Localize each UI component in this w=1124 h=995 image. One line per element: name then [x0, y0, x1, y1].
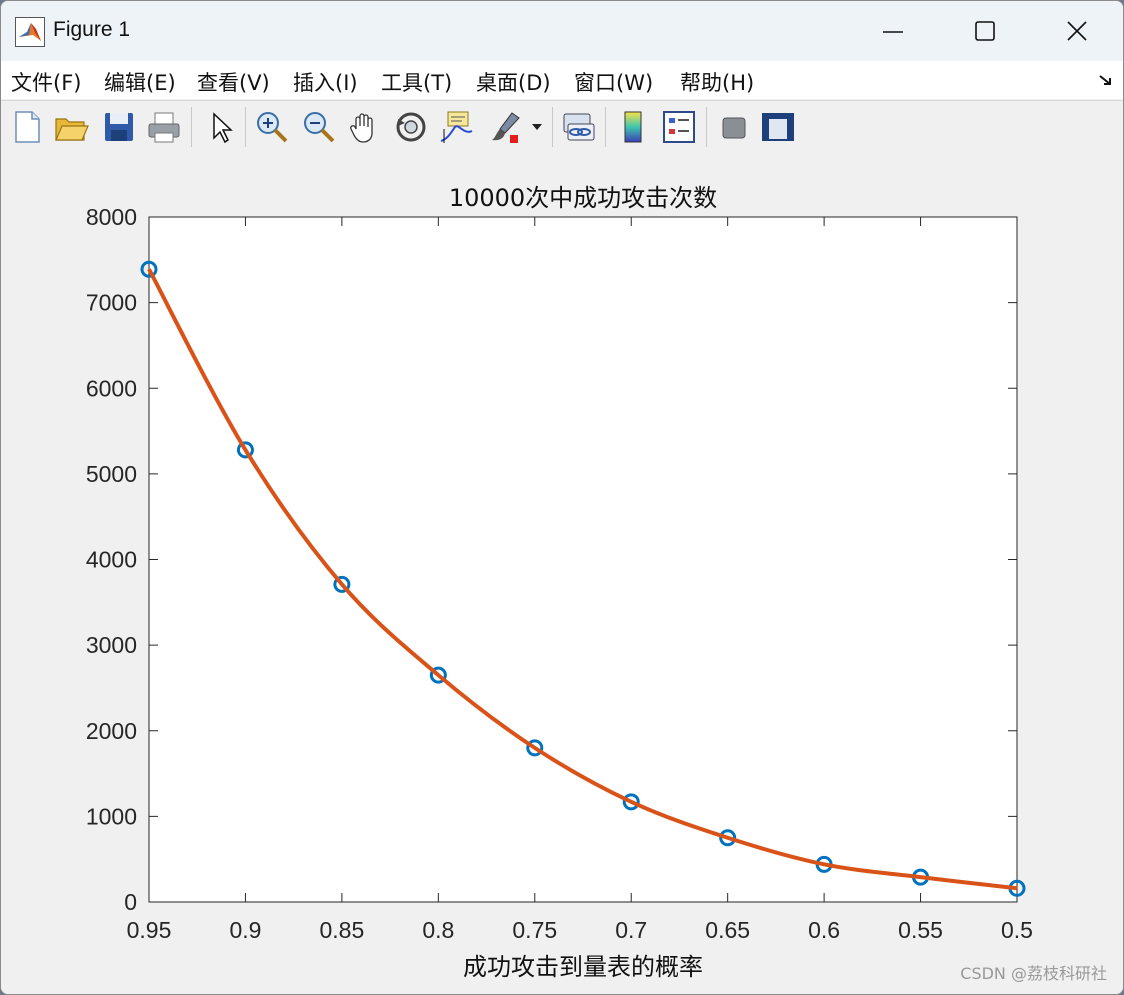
x-tick-label: 0.7: [615, 917, 647, 943]
maximize-icon: [975, 21, 995, 41]
open-file-icon: [55, 118, 89, 141]
plot-area[interactable]: 0 1000 2000 3000 4000 5000 6000 7000 8000 0.95 0.…: [1, 153, 1123, 994]
toolbar-separator: [245, 107, 246, 147]
hide-plot-tools-icon: [722, 117, 746, 139]
matlab-logo-icon: [15, 17, 45, 47]
axes-box: [148, 216, 1018, 903]
toolbar-separator: [605, 107, 606, 147]
y-tick-label: 5000: [86, 461, 137, 487]
toolbar-separator: [191, 107, 192, 147]
chart-title: 10000次中成功攻击次数: [449, 184, 717, 212]
menu-item-2[interactable]: 查看(V): [197, 67, 270, 97]
chevron-down-icon: [532, 124, 542, 130]
x-tick-label: 0.5: [1001, 917, 1033, 943]
print-icon: [148, 112, 180, 143]
rotate-3d-icon: [396, 112, 426, 142]
new-figure-button[interactable]: [9, 109, 45, 145]
menu-item-1[interactable]: 编辑(E): [104, 67, 176, 97]
watermark: CSDN @荔枝科研社: [960, 964, 1107, 983]
legend-button[interactable]: [661, 109, 697, 145]
pan-hand-icon: [350, 113, 373, 143]
menu-item-6[interactable]: 窗口(W): [574, 67, 653, 97]
y-tick-label: 8000: [86, 204, 137, 230]
menu-item-4[interactable]: 工具(T): [381, 67, 452, 97]
zoom-out-button[interactable]: [301, 109, 337, 145]
brush-icon: [492, 112, 520, 143]
new-figure-icon: [15, 111, 40, 143]
maximize-button[interactable]: [939, 1, 1031, 61]
x-tick-label: 0.9: [229, 917, 261, 943]
show-plot-tools-button[interactable]: [760, 109, 796, 145]
minimize-icon: [883, 31, 903, 33]
title-bar[interactable]: Figure 1: [1, 1, 1123, 61]
x-tick-label: 0.6: [808, 917, 840, 943]
y-tick-label: 6000: [86, 375, 137, 401]
zoom-in-icon: [257, 112, 288, 143]
zoom-in-button[interactable]: [254, 109, 290, 145]
y-tick-label: 2000: [86, 718, 137, 744]
close-button[interactable]: [1031, 1, 1123, 61]
x-tick-label: 0.65: [705, 917, 750, 943]
edit-plot-arrow-icon: [213, 112, 233, 144]
x-axis-label: 成功攻击到量表的概率: [463, 953, 703, 981]
print-button[interactable]: [146, 109, 182, 145]
toolbar-separator: [552, 107, 553, 147]
dock-arrow-icon[interactable]: [1097, 71, 1115, 89]
rotate-3d-button[interactable]: [393, 109, 429, 145]
pan-button[interactable]: [347, 109, 383, 145]
x-tick-label: 0.55: [898, 917, 943, 943]
zoom-out-icon: [304, 112, 335, 143]
minimize-button[interactable]: [847, 1, 939, 61]
y-tick-label: 1000: [86, 803, 137, 829]
menu-bar: 文件(F) 编辑(E) 查看(V) 插入(I) 工具(T) 桌面(D) 窗口(W) 帮助(H): [1, 61, 1123, 99]
y-tick-label: 3000: [86, 632, 137, 658]
menu-item-0[interactable]: 文件(F): [11, 67, 81, 97]
save-button[interactable]: [101, 109, 137, 145]
link-plot-icon: [563, 113, 595, 141]
y-tick-label: 4000: [86, 547, 137, 573]
menu-item-7[interactable]: 帮助(H): [680, 67, 754, 97]
brush-dropdown-button[interactable]: [529, 109, 545, 145]
show-plot-tools-icon: [762, 113, 794, 141]
data-cursor-icon: [440, 111, 473, 143]
save-icon: [105, 113, 133, 141]
x-tick-label: 0.95: [127, 917, 172, 943]
menu-item-5[interactable]: 桌面(D): [476, 67, 551, 97]
link-plot-button[interactable]: [560, 109, 596, 145]
legend-icon: [663, 111, 695, 143]
y-tick-label: 0: [124, 889, 137, 915]
window-title: Figure 1: [53, 18, 131, 41]
toolbar-separator: [706, 107, 707, 147]
figure-window: Figure 1 文件(F) 编辑(E) 查看(V) 插入(I) 工具(T) 桌面(D) 窗…: [0, 0, 1124, 995]
edit-plot-button[interactable]: [203, 109, 239, 145]
figure-toolbar: [1, 100, 1123, 154]
x-tick-label: 0.75: [512, 917, 557, 943]
data-cursor-button[interactable]: [438, 109, 474, 145]
close-icon: [1067, 21, 1087, 41]
y-tick-label: 7000: [86, 290, 137, 316]
open-file-button[interactable]: [53, 109, 89, 145]
hide-plot-tools-button[interactable]: [716, 109, 752, 145]
menu-item-3[interactable]: 插入(I): [293, 67, 358, 97]
x-tick-label: 0.8: [422, 917, 454, 943]
colorbar-button[interactable]: [615, 109, 651, 145]
x-tick-label: 0.85: [320, 917, 365, 943]
colorbar-icon: [624, 111, 642, 143]
brush-button[interactable]: [488, 109, 524, 145]
